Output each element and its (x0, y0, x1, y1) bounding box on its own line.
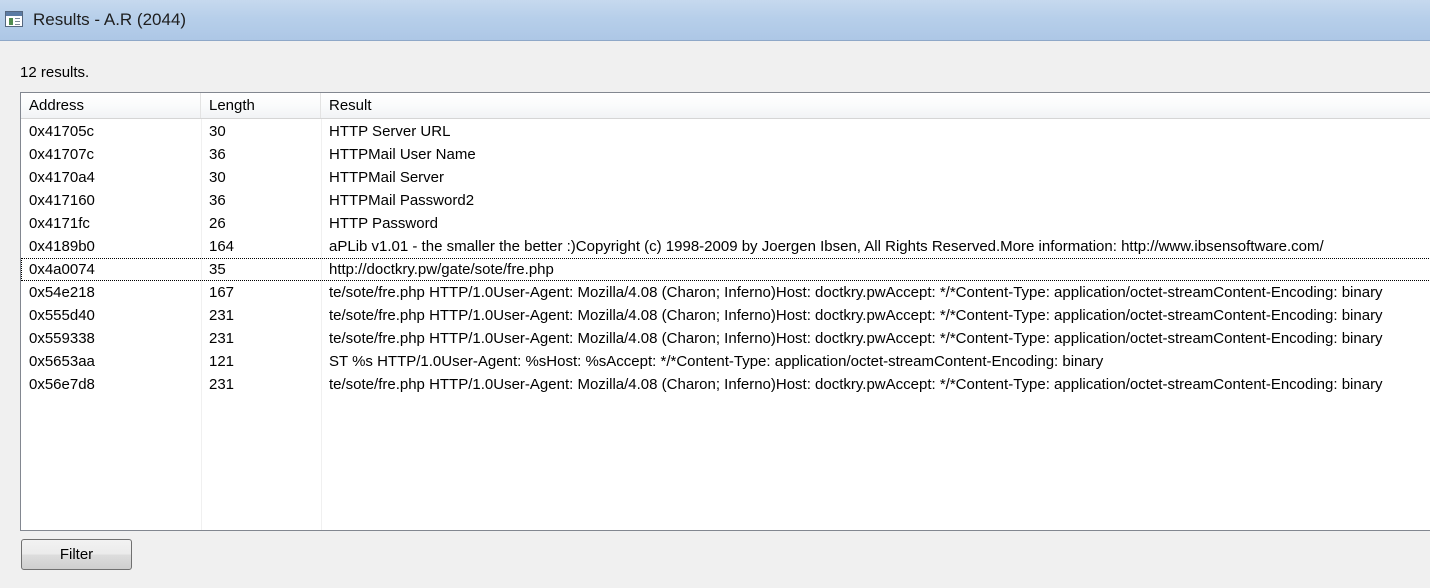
table-row[interactable]: 0x5653aa 121 ST %s HTTP/1.0User-Agent: %… (21, 350, 1430, 373)
cell-address: 0x555d40 (29, 307, 95, 324)
filter-button[interactable]: Filter (21, 539, 132, 570)
cell-result: HTTPMail Server (329, 169, 445, 186)
cell-length: 231 (209, 376, 235, 393)
cell-address: 0x41705c (29, 123, 95, 140)
cell-result: te/sote/fre.php HTTP/1.0User-Agent: Mozi… (329, 307, 1383, 324)
results-window: Results - A.R (2044) 12 results. Address… (0, 0, 1430, 588)
cell-result: http://doctkry.pw/gate/sote/fre.php (329, 261, 554, 278)
cell-address: 0x559338 (29, 330, 95, 347)
cell-result: te/sote/fre.php HTTP/1.0User-Agent: Mozi… (329, 284, 1383, 301)
cell-result: te/sote/fre.php HTTP/1.0User-Agent: Mozi… (329, 330, 1383, 347)
table-row[interactable]: 0x54e218 167 te/sote/fre.php HTTP/1.0Use… (21, 281, 1430, 304)
app-window-icon (5, 11, 23, 27)
cell-result: ST %s HTTP/1.0User-Agent: %sHost: %sAcce… (329, 353, 1104, 370)
cell-result: te/sote/fre.php HTTP/1.0User-Agent: Mozi… (329, 376, 1383, 393)
cell-address: 0x54e218 (29, 284, 95, 301)
cell-length: 36 (209, 146, 226, 163)
cell-result: HTTPMail User Name (329, 146, 476, 163)
table-row[interactable]: 0x4170a4 30 HTTPMail Server (21, 166, 1430, 189)
table-row[interactable]: 0x41707c 36 HTTPMail User Name (21, 143, 1430, 166)
column-header-length[interactable]: Length (201, 93, 321, 118)
cell-length: 121 (209, 353, 235, 370)
title-bar[interactable]: Results - A.R (2044) (0, 0, 1430, 41)
cell-length: 231 (209, 307, 235, 324)
table-row[interactable]: 0x4189b0 164 aPLib v1.01 - the smaller t… (21, 235, 1430, 258)
table-row[interactable]: 0x56e7d8 231 te/sote/fre.php HTTP/1.0Use… (21, 373, 1430, 396)
cell-address: 0x4170a4 (29, 169, 95, 186)
table-row-focused[interactable]: 0x4a0074 35 http://doctkry.pw/gate/sote/… (21, 258, 1430, 281)
column-header-result[interactable]: Result (321, 93, 1430, 118)
table-row[interactable]: 0x559338 231 te/sote/fre.php HTTP/1.0Use… (21, 327, 1430, 350)
cell-address: 0x56e7d8 (29, 376, 95, 393)
cell-address: 0x4a0074 (29, 261, 95, 278)
window-title: Results - A.R (2044) (33, 10, 187, 29)
table-body: 0x41705c 30 HTTP Server URL 0x41707c 36 … (21, 120, 1430, 396)
cell-address: 0x41707c (29, 146, 95, 163)
table-row[interactable]: 0x417160 36 HTTPMail Password2 (21, 189, 1430, 212)
table-header: Address Length Result (21, 93, 1430, 119)
cell-address: 0x417160 (29, 192, 95, 209)
cell-address: 0x5653aa (29, 353, 95, 370)
cell-result: HTTPMail Password2 (329, 192, 475, 209)
cell-address: 0x4171fc (29, 215, 90, 232)
cell-length: 26 (209, 215, 226, 232)
cell-result: HTTP Password (329, 215, 438, 232)
cell-result: aPLib v1.01 - the smaller the better :)C… (329, 238, 1324, 255)
cell-length: 30 (209, 169, 226, 186)
table-row[interactable]: 0x555d40 231 te/sote/fre.php HTTP/1.0Use… (21, 304, 1430, 327)
table-row[interactable]: 0x4171fc 26 HTTP Password (21, 212, 1430, 235)
cell-length: 36 (209, 192, 226, 209)
results-table[interactable]: Address Length Result 0x41705c 30 HTTP S… (20, 92, 1430, 531)
cell-length: 35 (209, 261, 226, 278)
cell-length: 167 (209, 284, 235, 301)
column-header-address[interactable]: Address (21, 93, 201, 118)
cell-length: 231 (209, 330, 235, 347)
cell-length: 30 (209, 123, 226, 140)
cell-address: 0x4189b0 (29, 238, 95, 255)
cell-result: HTTP Server URL (329, 123, 451, 140)
table-row[interactable]: 0x41705c 30 HTTP Server URL (21, 120, 1430, 143)
results-count-label: 12 results. (20, 64, 90, 81)
cell-length: 164 (209, 238, 235, 255)
